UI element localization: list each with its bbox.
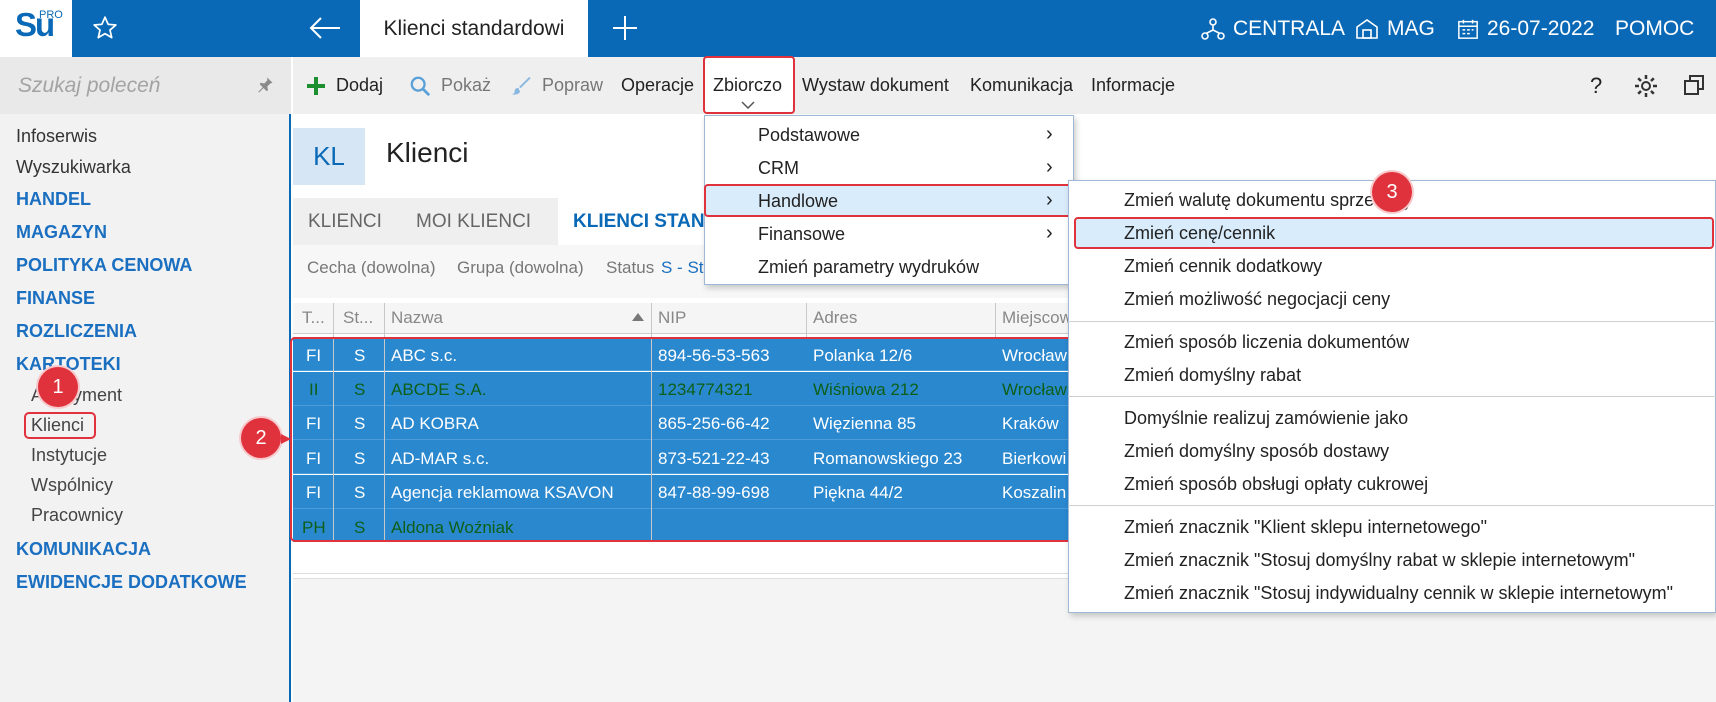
communication-menu[interactable]: Komunikacja (970, 57, 1073, 114)
filter-grupa[interactable]: Grupa (dowolna) (457, 258, 584, 278)
col-header-nip[interactable]: NIP (658, 308, 686, 328)
menu-item-znacznik-klient-sklepu[interactable]: Zmień znacznik "Klient sklepu internetow… (1124, 517, 1487, 538)
sidebar-item-finanse[interactable]: FINANSE (16, 288, 95, 309)
filter-status-label[interactable]: Status (606, 258, 654, 278)
sidebar-item-wspolnicy[interactable]: Wspólnicy (31, 475, 113, 496)
sidebar-item-pracownicy[interactable]: Pracownicy (31, 505, 123, 526)
chevron-right-icon: › (1046, 189, 1053, 211)
gear-icon[interactable] (1634, 74, 1658, 98)
menu-separator (1068, 321, 1716, 322)
menu-item-zmien-sposob-dostawy[interactable]: Zmień domyślny sposób dostawy (1124, 441, 1389, 462)
selection-highlight-frame (290, 337, 1076, 542)
show-button[interactable]: Pokaż (409, 57, 491, 114)
logo-sup: PRO (39, 9, 63, 21)
col-header-nazwa[interactable]: Nazwa (391, 308, 443, 328)
menu-item-znacznik-domyslny-rabat[interactable]: Zmień znacznik "Stosuj domyślny rabat w … (1124, 550, 1635, 571)
add-button[interactable]: Dodaj (306, 57, 383, 114)
help-button[interactable]: ? (1590, 57, 1602, 114)
menu-item-zmien-cennik-dodatkowy[interactable]: Zmień cennik dodatkowy (1124, 256, 1322, 277)
col-header-adres[interactable]: Adres (813, 308, 857, 328)
col-header-miejscowosc[interactable]: Miejscow (1002, 308, 1072, 328)
warehouse-icon (1356, 18, 1378, 39)
edit-label: Popraw (542, 75, 604, 95)
tab-klienci-standardowi-content[interactable]: KLIENCI STAN (573, 198, 705, 245)
step-badge-2: 2 (241, 418, 281, 458)
restore-window-icon[interactable] (1683, 74, 1705, 96)
add-label: Dodaj (336, 75, 384, 95)
menu-item-znacznik-indywidualny-cennik[interactable]: Zmień znacznik "Stosuj indywidualny cenn… (1124, 583, 1673, 604)
mag-label: MAG (1387, 16, 1435, 40)
klienci-highlight-frame (24, 412, 96, 439)
operations-menu[interactable]: Operacje (621, 57, 694, 114)
menu-item-domyslnie-realizuj[interactable]: Domyślnie realizuj zamówienie jako (1124, 408, 1408, 429)
chevron-right-icon: › (1046, 156, 1053, 178)
network-icon (1201, 17, 1225, 40)
module-badge: KL (293, 128, 365, 185)
sidebar-item-instytucje[interactable]: Instytucje (31, 445, 107, 466)
brush-icon (511, 76, 531, 95)
edit-button[interactable]: Popraw (510, 57, 603, 114)
menu-item-zmien-domyslny-rabat[interactable]: Zmień domyślny rabat (1124, 365, 1301, 386)
mag-selector[interactable]: MAG (1355, 0, 1435, 57)
sidebar-item-komunikacja[interactable]: KOMUNIKACJA (16, 539, 151, 560)
menu-item-zmien-negocjacje-ceny[interactable]: Zmień możliwość negocjacji ceny (1124, 289, 1390, 310)
new-tab-plus-icon[interactable] (612, 15, 638, 41)
menu-item-zmien-cene-cennik[interactable]: Zmień cenę/cennik (1124, 223, 1275, 244)
issue-document-menu[interactable]: Wystaw dokument (802, 57, 949, 114)
help-link[interactable]: POMOC (1615, 0, 1694, 57)
column-divider (806, 303, 807, 337)
page-title: Klienci (386, 137, 469, 168)
menu-item-finansowe[interactable]: Finansowe (758, 224, 845, 245)
badge-pointer (281, 434, 291, 444)
filter-cecha[interactable]: Cecha (dowolna) (307, 258, 436, 278)
tab-moi-klienci[interactable]: MOI KLIENCI (416, 198, 531, 245)
information-menu[interactable]: Informacje (1091, 57, 1175, 114)
sidebar-item-handel[interactable]: HANDEL (16, 189, 91, 210)
menu-item-handlowe[interactable]: Handlowe (758, 191, 838, 212)
menu-separator (1068, 396, 1716, 397)
date-label: 26-07-2022 (1487, 16, 1595, 40)
centrala-selector[interactable]: CENTRALA (1201, 0, 1345, 57)
centrala-label: CENTRALA (1233, 16, 1346, 40)
menu-item-podstawowe[interactable]: Podstawowe (758, 125, 860, 146)
empty-table-row (293, 542, 1073, 574)
sidebar-item-wyszukiwarka[interactable]: Wyszukiwarka (16, 157, 131, 178)
pin-icon[interactable] (256, 76, 274, 94)
chevron-right-icon: › (1046, 123, 1053, 145)
sidebar-item-polityka-cenowa[interactable]: POLITYKA CENOWA (16, 255, 192, 276)
show-label: Pokaż (441, 75, 492, 95)
tab-klienci-standardowi[interactable]: Klienci standardowi (360, 0, 588, 57)
plus-icon (307, 76, 325, 95)
date-selector[interactable]: 26-07-2022 (1457, 0, 1594, 57)
sort-asc-icon (632, 313, 644, 321)
filter-status-value[interactable]: S - St (661, 258, 704, 278)
sidebar-item-ewidencje-dodatkowe[interactable]: EWIDENCJE DODATKOWE (16, 572, 247, 593)
search-icon (410, 76, 431, 96)
menu-item-zmien-sposob-liczenia[interactable]: Zmień sposób liczenia dokumentów (1124, 332, 1409, 353)
search-commands-input[interactable] (0, 57, 291, 114)
star-icon[interactable] (92, 15, 118, 41)
column-divider (995, 303, 996, 337)
sidebar-item-magazyn[interactable]: MAGAZYN (16, 222, 107, 243)
sidebar-item-rozliczenia[interactable]: ROZLICZENIA (16, 321, 137, 342)
menu-item-zmien-oplate-cukrowa[interactable]: Zmień sposób obsługi opłaty cukrowej (1124, 474, 1428, 495)
menu-separator (1068, 505, 1716, 506)
calendar-icon (1458, 19, 1478, 39)
chevron-right-icon: › (1046, 222, 1053, 244)
menu-item-crm[interactable]: CRM (758, 158, 799, 179)
menu-item-zmien-walute[interactable]: Zmień walutę dokumentu sprzedaży (1124, 190, 1412, 211)
step-badge-3: 3 (1372, 172, 1412, 212)
chevron-down-icon (741, 101, 755, 109)
col-header-typ[interactable]: T... (302, 308, 325, 328)
sidebar-item-infoserwis[interactable]: Infoserwis (16, 126, 97, 147)
back-arrow-icon[interactable] (308, 15, 342, 41)
col-header-status[interactable]: St... (343, 308, 373, 328)
menu-item-zmien-parametry-wydrukow[interactable]: Zmień parametry wydruków (758, 257, 979, 278)
tab-klienci[interactable]: KLIENCI (308, 198, 382, 245)
step-badge-1: 1 (38, 367, 78, 407)
